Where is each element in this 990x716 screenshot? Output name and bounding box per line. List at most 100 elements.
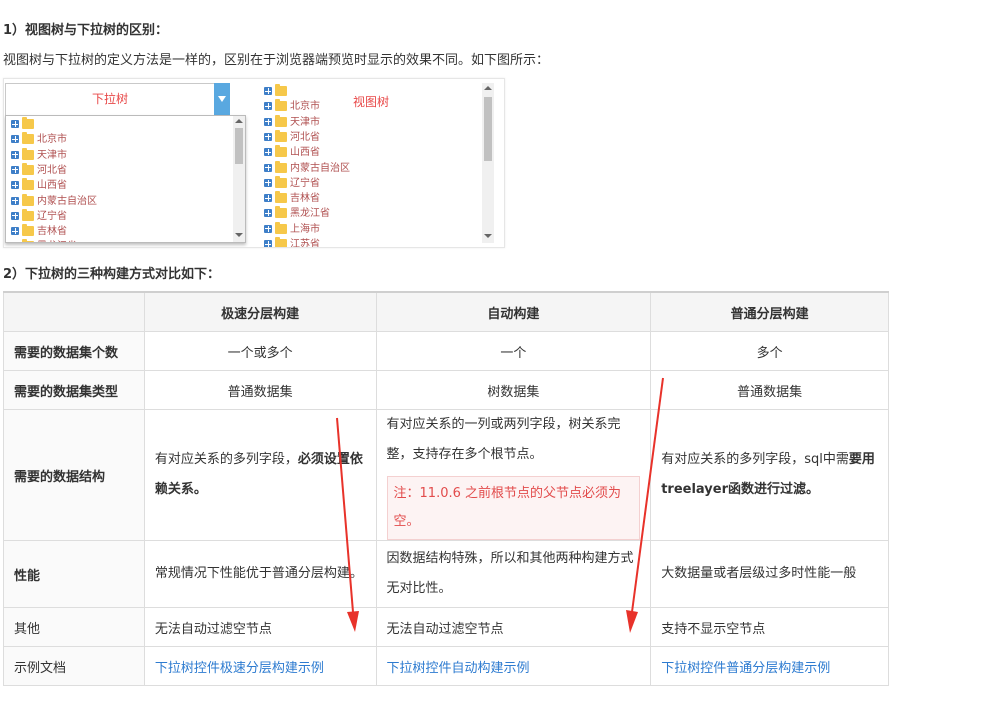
folder-icon xyxy=(22,178,34,191)
dropdown-tree-input[interactable]: 下拉树 xyxy=(5,83,215,116)
table-cell: 大数据量或者层级过多时性能一般 xyxy=(650,540,889,608)
row-label: 其他 xyxy=(3,607,145,647)
folder-icon xyxy=(22,162,34,175)
folder-icon xyxy=(275,129,287,142)
scroll-down-icon[interactable] xyxy=(235,233,243,237)
expand-plus-icon[interactable] xyxy=(11,211,19,220)
tree-node-label: 吉林省 xyxy=(290,193,320,205)
cell-text: 有对应关系的多列字段，sql中需 xyxy=(661,452,849,467)
folder-icon xyxy=(275,237,287,247)
tree-node-label: 黑龙江省 xyxy=(37,239,77,242)
table-header-row: 极速分层构建 自动构建 普通分层构建 xyxy=(3,291,889,332)
tree-node-label: 河北省 xyxy=(290,131,320,143)
expand-plus-icon[interactable] xyxy=(11,242,19,243)
tree-node-label: 吉林省 xyxy=(37,226,67,238)
table-cell: 普通数据集 xyxy=(143,370,377,410)
table-header-cell: 普通分层构建 xyxy=(650,291,889,332)
section1-text: 视图树与下拉树的定义方法是一样的，区别在于浏览器端预览时显示的效果不同。如下图所… xyxy=(3,53,550,68)
chevron-down-icon[interactable] xyxy=(214,83,230,116)
tree-node-label: 辽宁省 xyxy=(37,210,67,222)
table-cell: 常规情况下性能优于普通分层构建。 xyxy=(143,540,377,608)
table-row: 其他 无法自动过滤空节点 无法自动过滤空节点 支持不显示空节点 xyxy=(3,607,889,647)
folder-icon xyxy=(275,206,287,219)
expand-plus-icon[interactable] xyxy=(11,227,19,236)
row-label: 需要的数据结构 xyxy=(3,409,145,541)
dropdown-scrollbar[interactable] xyxy=(233,116,245,242)
dropdown-tree-list[interactable]: 北京市天津市河北省山西省内蒙古自治区辽宁省吉林省黑龙江省 xyxy=(5,115,246,243)
expand-plus-icon[interactable] xyxy=(11,165,19,174)
folder-icon xyxy=(275,145,287,158)
table-cell: 支持不显示空节点 xyxy=(650,607,889,647)
table-row: 需要的数据结构 有对应关系的多列字段，必须设置依赖关系。 有对应关系的一列或两列… xyxy=(3,409,889,541)
scroll-thumb[interactable] xyxy=(484,97,492,161)
expand-plus-icon[interactable] xyxy=(264,209,272,218)
table-cell: 下拉树控件普通分层构建示例 xyxy=(650,646,889,686)
view-tree-label: 视图树 xyxy=(353,95,390,109)
section2-title: 2）下拉树的三种构建方式对比如下： xyxy=(3,267,221,282)
expand-plus-icon[interactable] xyxy=(264,178,272,187)
tree-node-label: 北京市 xyxy=(290,101,320,113)
doc-link-fast-layer[interactable]: 下拉树控件极速分层构建示例 xyxy=(155,661,324,676)
comparison-table: 极速分层构建 自动构建 普通分层构建 需要的数据集个数 一个或多个 一个 多个 … xyxy=(3,291,889,686)
expand-plus-icon[interactable] xyxy=(11,196,19,205)
expand-plus-icon[interactable] xyxy=(264,148,272,157)
expand-plus-icon[interactable] xyxy=(264,87,272,95)
doc-link-normal-layer[interactable]: 下拉树控件普通分层构建示例 xyxy=(661,661,830,676)
table-cell: 一个 xyxy=(375,331,652,371)
expand-plus-icon[interactable] xyxy=(11,135,19,144)
tree-demo-image: 下拉树 北京市天津市河北省山西省内蒙古自治区辽宁省吉林省黑龙江省 北京市天津市河… xyxy=(3,78,505,248)
row-label: 需要的数据集个数 xyxy=(3,331,145,371)
expand-plus-icon[interactable] xyxy=(264,163,272,172)
table-cell: 一个或多个 xyxy=(143,331,377,371)
tree-node-label: 山西省 xyxy=(37,180,67,192)
tree-node-label: 江苏省 xyxy=(290,239,320,248)
expand-plus-icon[interactable] xyxy=(11,181,19,190)
expand-plus-icon[interactable] xyxy=(264,240,272,247)
table-row: 需要的数据集类型 普通数据集 树数据集 普通数据集 xyxy=(3,370,889,410)
expand-plus-icon[interactable] xyxy=(264,224,272,233)
expand-plus-icon[interactable] xyxy=(264,102,272,111)
expand-plus-icon[interactable] xyxy=(264,117,272,126)
expand-plus-icon[interactable] xyxy=(11,150,19,159)
row-label: 需要的数据集类型 xyxy=(3,370,145,410)
table-cell: 有对应关系的多列字段，sql中需要用treelayer函数进行过滤。 xyxy=(650,409,889,541)
folder-icon xyxy=(22,193,34,206)
expand-plus-icon[interactable] xyxy=(264,194,272,203)
table-cell: 下拉树控件自动构建示例 xyxy=(375,646,652,686)
tree-node-label: 山西省 xyxy=(290,147,320,159)
table-cell: 普通数据集 xyxy=(650,370,889,410)
folder-icon xyxy=(275,160,287,173)
table-cell: 无法自动过滤空节点 xyxy=(143,607,377,647)
tree-node-label: 上海市 xyxy=(290,223,320,235)
folder-icon xyxy=(275,221,287,234)
tree-node-label: 内蒙古自治区 xyxy=(290,162,350,174)
table-header-cell xyxy=(3,291,145,332)
table-row: 需要的数据集个数 一个或多个 一个 多个 xyxy=(3,331,889,371)
tree-node-label: 河北省 xyxy=(37,164,67,176)
scroll-up-icon[interactable] xyxy=(484,86,492,90)
cell-text: 有对应关系的一列或两列字段，树关系完整，支持存在多个根节点。 xyxy=(386,417,621,462)
folder-icon xyxy=(22,117,34,129)
expand-plus-icon[interactable] xyxy=(264,132,272,141)
table-cell: 多个 xyxy=(650,331,889,371)
table-header-cell: 极速分层构建 xyxy=(143,291,377,332)
doc-link-auto-build[interactable]: 下拉树控件自动构建示例 xyxy=(387,661,530,676)
folder-icon xyxy=(275,84,287,96)
scroll-down-icon[interactable] xyxy=(484,234,492,238)
folder-icon xyxy=(22,239,34,242)
folder-icon xyxy=(275,191,287,204)
scroll-up-icon[interactable] xyxy=(235,119,243,123)
folder-icon xyxy=(275,99,287,112)
table-row: 性能 常规情况下性能优于普通分层构建。 因数据结构特殊，所以和其他两种构建方式无… xyxy=(3,540,889,608)
tree-node-label: 天津市 xyxy=(37,149,67,161)
tree-node-label: 天津市 xyxy=(290,116,320,128)
tree-node-label: 内蒙古自治区 xyxy=(37,195,97,207)
warning-note: 注：11.0.6 之前根节点的父节点必须为空。 xyxy=(386,476,641,540)
scroll-thumb[interactable] xyxy=(235,128,243,164)
expand-plus-icon[interactable] xyxy=(11,120,19,128)
tree-node-label: 黑龙江省 xyxy=(290,208,330,220)
table-row: 示例文档 下拉树控件极速分层构建示例 下拉树控件自动构建示例 下拉树控件普通分层… xyxy=(3,646,889,686)
tree-node-label: 辽宁省 xyxy=(290,177,320,189)
folder-icon xyxy=(22,132,34,145)
view-scrollbar[interactable] xyxy=(482,83,494,243)
